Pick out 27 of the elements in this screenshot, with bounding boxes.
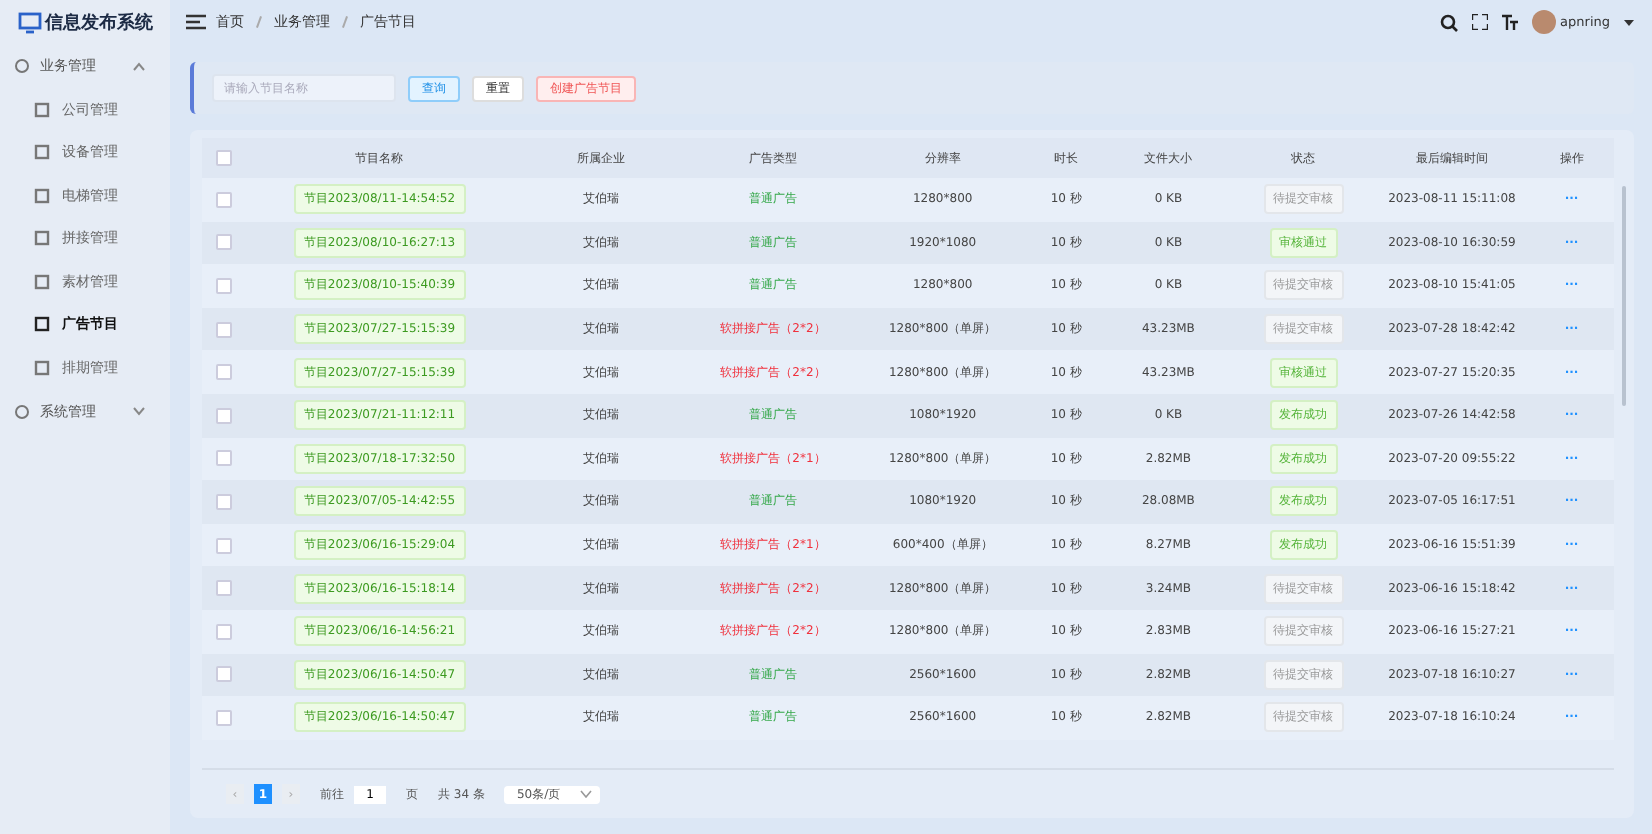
group-icon bbox=[14, 58, 30, 74]
group-icon bbox=[14, 403, 30, 419]
caret-icon bbox=[1624, 19, 1634, 25]
row-checkbox[interactable] bbox=[215, 623, 232, 640]
row-checkbox[interactable] bbox=[215, 407, 232, 424]
row-checkbox[interactable] bbox=[215, 580, 232, 597]
chevron-icon bbox=[580, 790, 593, 798]
row-checkbox[interactable] bbox=[215, 321, 232, 338]
select-all-checkbox[interactable] bbox=[215, 150, 232, 166]
row-checkbox[interactable] bbox=[215, 364, 232, 381]
avatar[interactable] bbox=[1532, 10, 1557, 34]
row-checkbox[interactable] bbox=[215, 234, 232, 251]
row-checkbox[interactable] bbox=[215, 191, 232, 208]
row-checkbox[interactable] bbox=[215, 666, 232, 683]
fullscreen-icon[interactable] bbox=[1472, 14, 1489, 30]
scrollbar[interactable] bbox=[1622, 186, 1626, 406]
row-checkbox[interactable] bbox=[215, 493, 232, 510]
row-checkbox[interactable] bbox=[215, 277, 232, 294]
monitor-icon bbox=[17, 11, 41, 33]
app-title: 信息发布系统 bbox=[45, 10, 153, 35]
search-icon[interactable] bbox=[1440, 13, 1459, 31]
font-size-icon[interactable] bbox=[1502, 14, 1519, 30]
row-checkbox[interactable] bbox=[215, 450, 232, 467]
row-checkbox[interactable] bbox=[215, 709, 232, 726]
row-checkbox[interactable] bbox=[215, 537, 232, 554]
chevron-icon bbox=[132, 61, 146, 71]
chevron-icon bbox=[132, 406, 146, 416]
